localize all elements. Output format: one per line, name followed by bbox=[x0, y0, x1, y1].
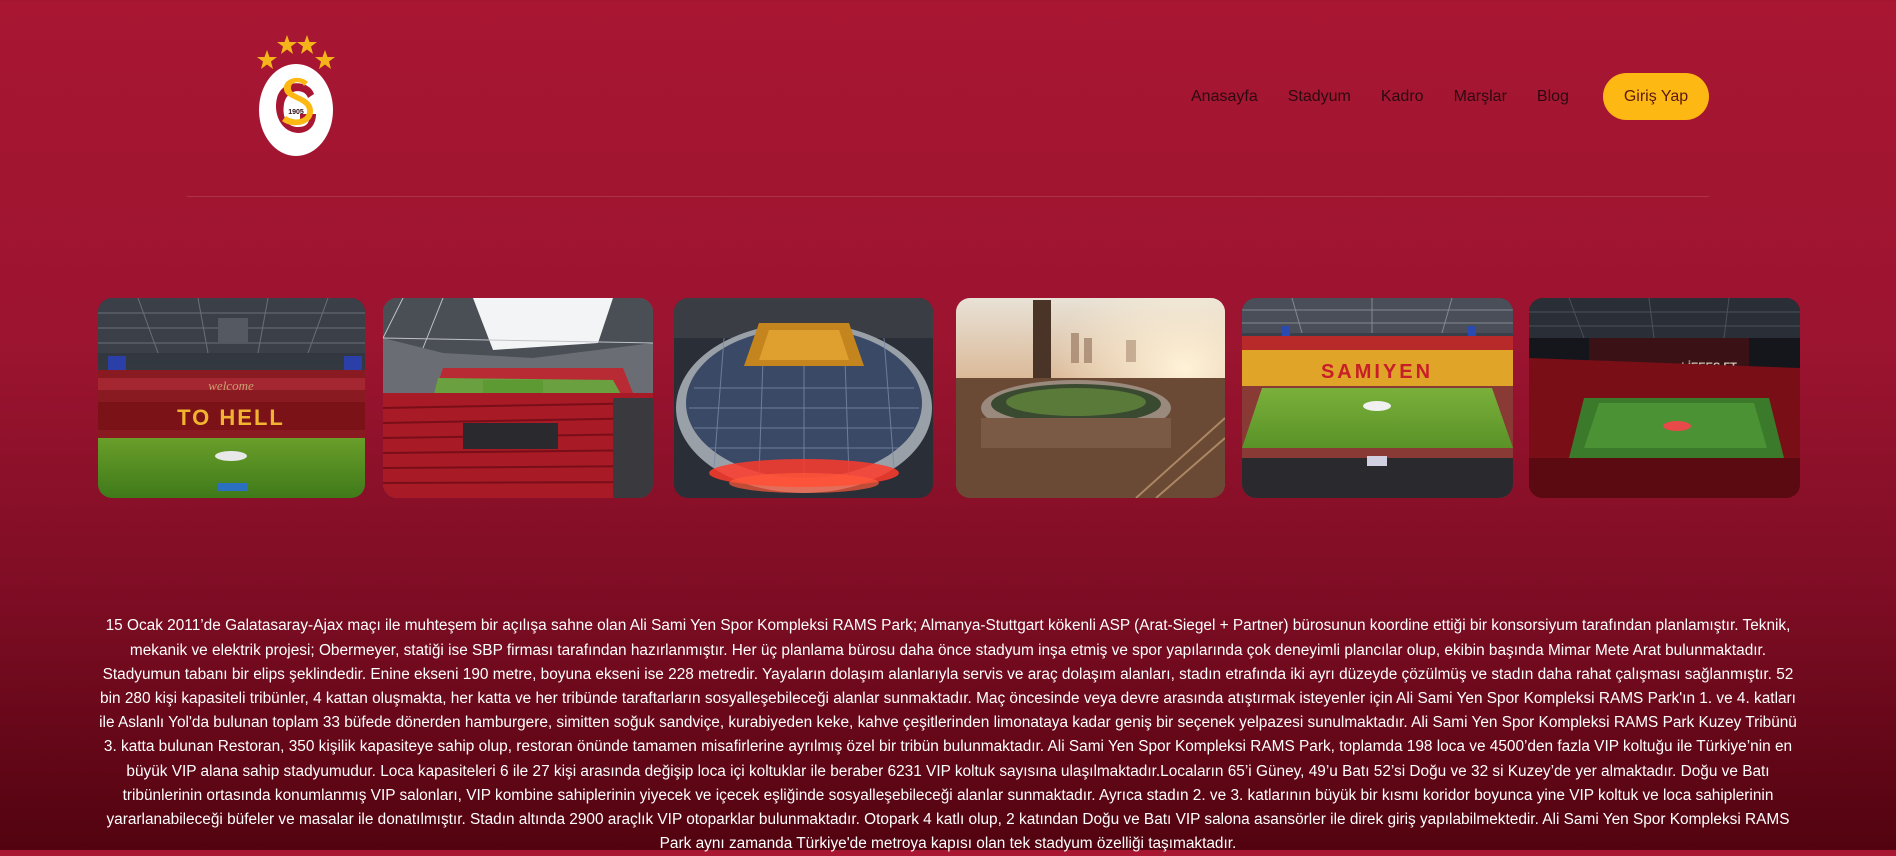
header-divider bbox=[187, 196, 1709, 197]
login-button[interactable]: Giriş Yap bbox=[1603, 73, 1709, 120]
banner-text: TO HELL bbox=[177, 405, 285, 430]
galatasaray-crest-icon[interactable]: 1905 bbox=[256, 32, 336, 156]
nav-item-marslar[interactable]: Marşlar bbox=[1454, 86, 1507, 108]
stadium-photo-samiyen[interactable]: SAMIYEN bbox=[1242, 298, 1513, 498]
star-icon bbox=[277, 35, 297, 54]
crest-year: 1905 bbox=[288, 109, 304, 116]
main-nav: Anasayfa Stadyum Kadro Marşlar Blog bbox=[1191, 86, 1569, 108]
stadium-gallery: welcome TO HELL SAMIYEN bbox=[98, 298, 1800, 498]
stadium-photo-aerial-solar[interactable] bbox=[674, 298, 933, 498]
banner-text: SAMIYEN bbox=[1321, 361, 1433, 383]
nav-item-stadyum[interactable]: Stadyum bbox=[1288, 86, 1351, 108]
nav-item-anasayfa[interactable]: Anasayfa bbox=[1191, 86, 1258, 108]
stadium-photo-to-hell[interactable]: welcome TO HELL bbox=[98, 298, 365, 498]
stadium-description: 15 Ocak 2011’de Galatasaray-Ajax maçı il… bbox=[99, 617, 1797, 853]
star-icon bbox=[257, 50, 277, 69]
banner-text: welcome bbox=[208, 378, 254, 393]
stadium-photo-skyline-sunset[interactable] bbox=[956, 298, 1225, 498]
stadium-photo-stands[interactable] bbox=[383, 298, 653, 498]
star-icon bbox=[315, 50, 335, 69]
star-icon bbox=[297, 35, 317, 54]
nav-item-blog[interactable]: Blog bbox=[1537, 86, 1569, 108]
nav-item-kadro[interactable]: Kadro bbox=[1381, 86, 1424, 108]
stadium-photo-night-tifo[interactable]: LİEEES FT bbox=[1529, 298, 1800, 498]
site-header: 1905 Anasayfa Stadyum Kadro Marşlar Blog… bbox=[0, 0, 1896, 197]
